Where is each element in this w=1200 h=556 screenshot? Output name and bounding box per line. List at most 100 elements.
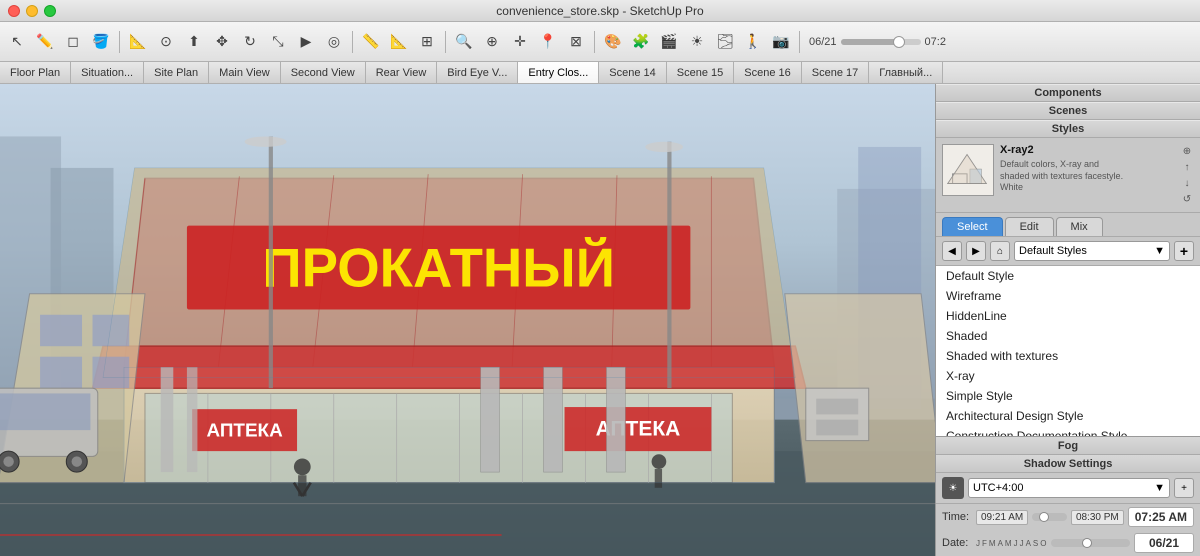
tool-zoom-in[interactable]: ⊕ xyxy=(479,29,505,55)
scene-tab-scene15[interactable]: Scene 15 xyxy=(667,62,734,83)
time-end-value: 08:30 PM xyxy=(1071,510,1124,525)
scene-tab-situation[interactable]: Situation... xyxy=(71,62,144,83)
scene-tab-floor-plan[interactable]: Floor Plan xyxy=(0,62,71,83)
tool-rotate[interactable]: ↻ xyxy=(237,29,263,55)
tool-shadow[interactable]: ☀ xyxy=(684,29,710,55)
style-item-shaded[interactable]: Shaded xyxy=(936,326,1200,346)
tool-component[interactable]: 🧩 xyxy=(628,29,654,55)
date-row: Date: J F M A M J J A S O 06/21 xyxy=(936,530,1200,556)
tab-mix[interactable]: Mix xyxy=(1056,217,1103,236)
main-content: ПРОКАТНЫЙ АПТЕКА АПТЕКА xyxy=(0,84,1200,556)
scene-tab-second-view[interactable]: Second View xyxy=(281,62,366,83)
style-item-construction[interactable]: Construction Documentation Style xyxy=(936,426,1200,436)
tool-location[interactable]: 📍 xyxy=(535,29,561,55)
tool-section[interactable]: ⊠ xyxy=(563,29,589,55)
style-action-icons[interactable]: ⊕ ↑ ↓ ↺ xyxy=(1180,144,1194,206)
nav-forward-button[interactable]: ▶ xyxy=(966,241,986,261)
toolbar-separator-5 xyxy=(799,31,800,53)
scene-tab-rear-view[interactable]: Rear View xyxy=(366,62,438,83)
scenes-bar: Floor Plan Situation... Site Plan Main V… xyxy=(0,62,1200,84)
scene-tab-scene14[interactable]: Scene 14 xyxy=(599,62,666,83)
timezone-add-button[interactable]: + xyxy=(1174,478,1194,498)
components-header[interactable]: Components xyxy=(936,84,1200,102)
tool-crosshair[interactable]: ✛ xyxy=(507,29,533,55)
style-list[interactable]: Default Style Wireframe HiddenLine Shade… xyxy=(936,266,1200,436)
timeline-slider[interactable] xyxy=(841,39,921,45)
tool-offset[interactable]: ◎ xyxy=(321,29,347,55)
tool-camera[interactable]: 📷 xyxy=(768,29,794,55)
time-current-value: 07:25 AM xyxy=(1128,507,1194,527)
tool-walk[interactable]: 🚶 xyxy=(740,29,766,55)
style-item-xray[interactable]: X-ray xyxy=(936,366,1200,386)
style-up-icon[interactable]: ↑ xyxy=(1180,160,1194,174)
tool-pencil[interactable]: ✏️ xyxy=(32,29,58,55)
minimize-button[interactable] xyxy=(26,5,38,17)
toolbar-separator-1 xyxy=(119,31,120,53)
viewport[interactable]: ПРОКАТНЫЙ АПТЕКА АПТЕКА xyxy=(0,84,935,556)
tool-paint[interactable]: 🪣 xyxy=(88,29,114,55)
window-controls[interactable] xyxy=(8,5,56,17)
tool-scene[interactable]: 🎬 xyxy=(656,29,682,55)
scene-tab-main-ru[interactable]: Главный... xyxy=(869,62,943,83)
tool-axes[interactable]: ⊞ xyxy=(414,29,440,55)
close-button[interactable] xyxy=(8,5,20,17)
timeline-slider-area[interactable]: 06/21 07:2 xyxy=(809,36,946,48)
style-create-icon[interactable]: ⊕ xyxy=(1180,144,1194,158)
nav-back-button[interactable]: ◀ xyxy=(942,241,962,261)
scenes-header[interactable]: Scenes xyxy=(936,102,1200,120)
chevron-down-icon: ▼ xyxy=(1154,482,1165,494)
style-add-button[interactable]: + xyxy=(1174,241,1194,261)
tool-tape[interactable]: 📏 xyxy=(358,29,384,55)
shadow-header[interactable]: Shadow Settings xyxy=(936,455,1200,473)
date-slider[interactable] xyxy=(1051,539,1131,547)
tool-move[interactable]: ✥ xyxy=(209,29,235,55)
tool-measure[interactable]: 📐 xyxy=(125,29,151,55)
scene-tab-site-plan[interactable]: Site Plan xyxy=(144,62,209,83)
scene-tab-main-view[interactable]: Main View xyxy=(209,62,281,83)
style-item-architectural[interactable]: Architectural Design Style xyxy=(936,406,1200,426)
tool-zoom-extent[interactable]: 🔍 xyxy=(451,29,477,55)
time-slider-thumb[interactable] xyxy=(1039,512,1049,522)
date-label: Date: xyxy=(942,537,972,549)
style-item-default[interactable]: Default Style xyxy=(936,266,1200,286)
tab-edit[interactable]: Edit xyxy=(1005,217,1054,236)
style-item-shaded-textures[interactable]: Shaded with textures xyxy=(936,346,1200,366)
style-item-wireframe[interactable]: Wireframe xyxy=(936,286,1200,306)
fog-header[interactable]: Fog xyxy=(936,437,1200,455)
style-item-hiddenline[interactable]: HiddenLine xyxy=(936,306,1200,326)
tool-protractor[interactable]: 📐 xyxy=(386,29,412,55)
tool-push-pull[interactable]: ⬆ xyxy=(181,29,207,55)
fog-label: Fog xyxy=(1058,440,1078,452)
timezone-row: ☀ UTC+4:00 ▼ + xyxy=(936,473,1200,504)
tool-eraser[interactable]: ◻ xyxy=(60,29,86,55)
style-item-simple[interactable]: Simple Style xyxy=(936,386,1200,406)
tool-fog[interactable]: 🌫 xyxy=(712,29,738,55)
maximize-button[interactable] xyxy=(44,5,56,17)
styles-header[interactable]: Styles xyxy=(936,120,1200,138)
style-library-dropdown[interactable]: Default Styles ▼ xyxy=(1014,241,1170,261)
style-down-icon[interactable]: ↓ xyxy=(1180,176,1194,190)
scene-tab-scene17[interactable]: Scene 17 xyxy=(802,62,869,83)
right-panel: Components Scenes Styles xyxy=(935,84,1200,556)
toolbar-separator-2 xyxy=(352,31,353,53)
svg-text:ПРОКАТНЫЙ: ПРОКАТНЫЙ xyxy=(262,237,614,298)
scene-tab-scene16[interactable]: Scene 16 xyxy=(734,62,801,83)
time-slider[interactable] xyxy=(1032,513,1067,521)
tool-paint2[interactable]: 🎨 xyxy=(600,29,626,55)
tool-orbit[interactable]: ⊙ xyxy=(153,29,179,55)
scene-tab-entry-clos[interactable]: Entry Clos... xyxy=(518,62,599,83)
scene-tab-bird-eye[interactable]: Bird Eye V... xyxy=(437,62,518,83)
date-slider-thumb[interactable] xyxy=(1082,538,1092,548)
tool-arrow[interactable]: ↖ xyxy=(4,29,30,55)
tool-scale[interactable]: ⤡ xyxy=(265,29,291,55)
timezone-dropdown[interactable]: UTC+4:00 ▼ xyxy=(968,478,1170,498)
nav-home-button[interactable]: ⌂ xyxy=(990,241,1010,261)
tab-select[interactable]: Select xyxy=(942,217,1003,236)
shadow-label: Shadow Settings xyxy=(1024,458,1113,470)
style-refresh-icon[interactable]: ↺ xyxy=(1180,192,1194,206)
toolbar-separator-4 xyxy=(594,31,595,53)
style-tabs: Select Edit Mix xyxy=(936,213,1200,237)
timeline-thumb[interactable] xyxy=(893,36,905,48)
tool-follow-me[interactable]: ▶ xyxy=(293,29,319,55)
time-row: Time: 09:21 AM 08:30 PM 07:25 AM xyxy=(936,504,1200,530)
